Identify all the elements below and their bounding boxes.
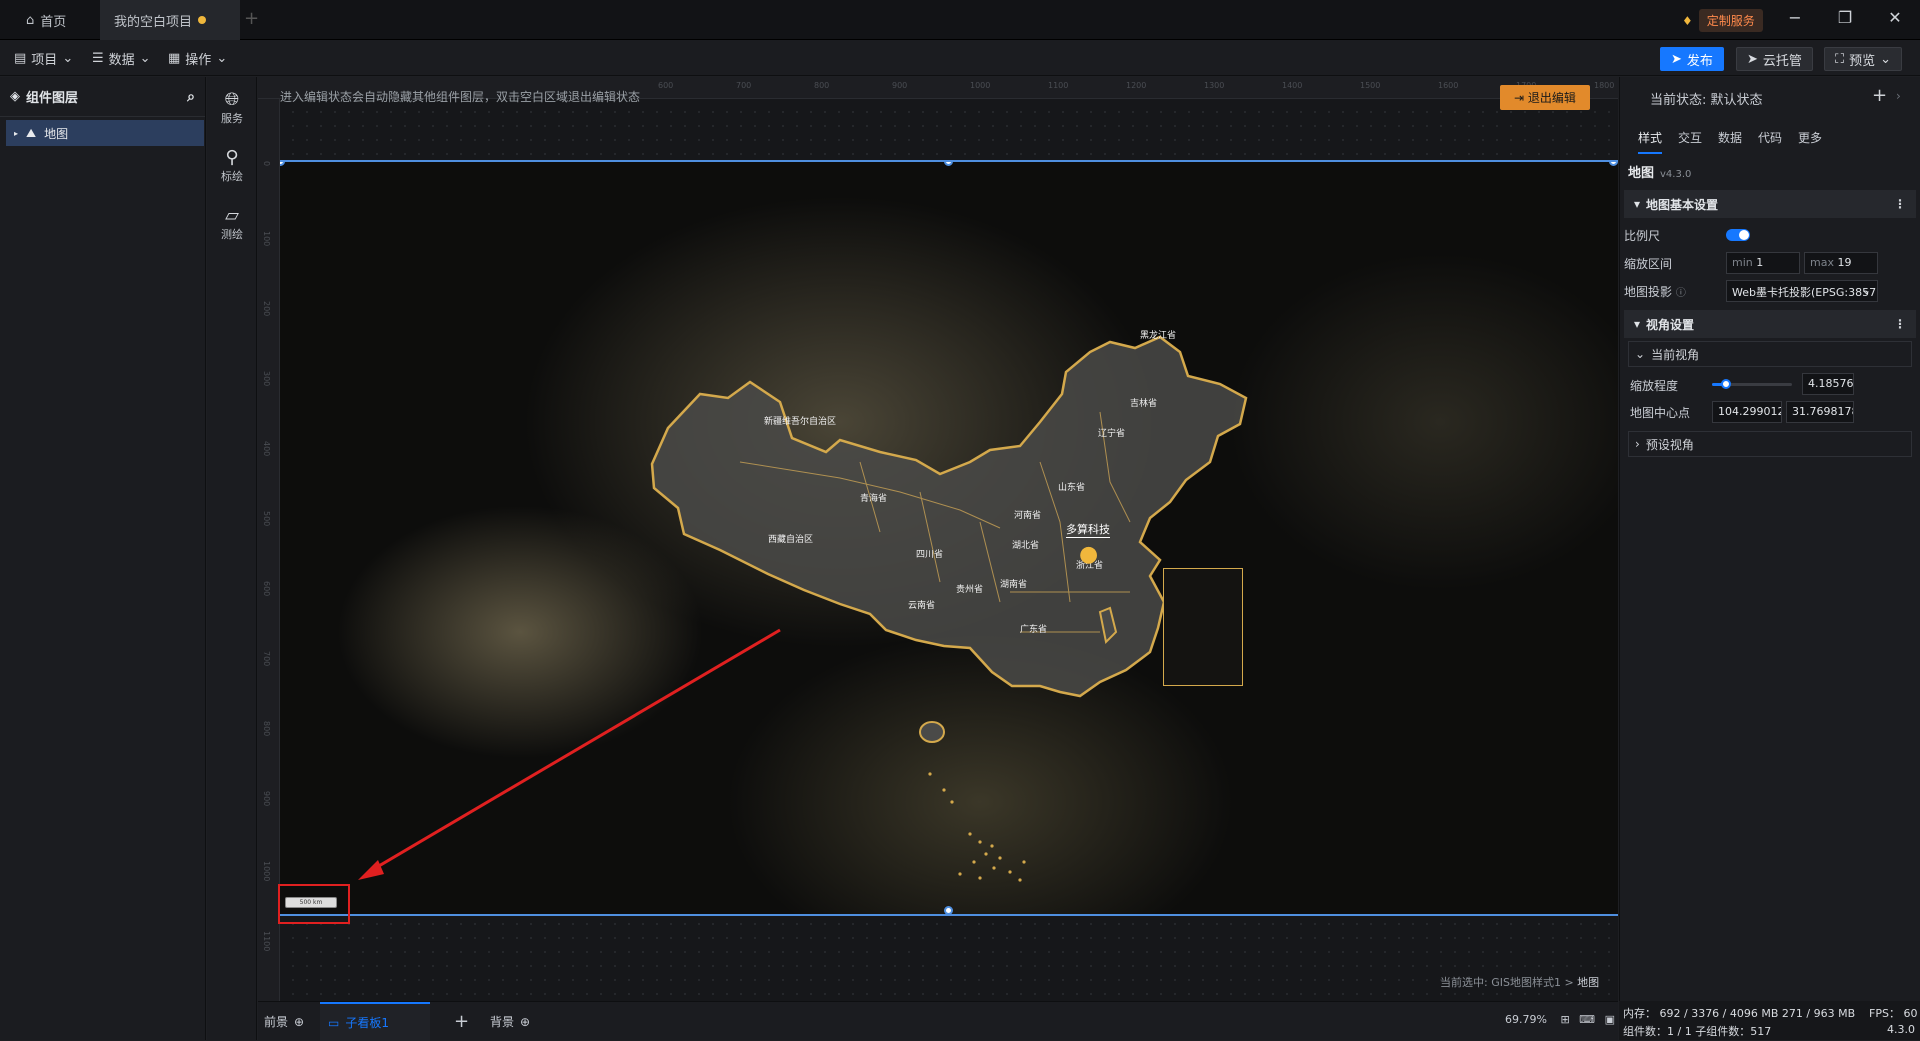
- tab-background[interactable]: 背景 ⊕: [490, 1002, 530, 1041]
- state-value[interactable]: 默认状态: [1711, 93, 1763, 108]
- component-version: v4.3.0: [1660, 169, 1692, 180]
- zoom-min-prefix: min: [1732, 256, 1753, 269]
- chevron-right-icon: ›: [1635, 437, 1640, 451]
- fps-status: FPS： 60: [1869, 1007, 1918, 1020]
- tab-foreground[interactable]: 前景 ⊕: [264, 1002, 304, 1041]
- zoom-min-value: 1: [1756, 256, 1764, 269]
- tab-foreground-label: 前景: [264, 1015, 289, 1029]
- scale-label: 比例尺: [1624, 229, 1661, 243]
- current-view-title: 当前视角: [1651, 347, 1700, 362]
- chevron-right-icon[interactable]: ›: [1896, 89, 1901, 103]
- caret-down-icon: ▾: [1634, 197, 1641, 211]
- section-basic-settings[interactable]: ▾ 地图基本设置 ⋮: [1624, 190, 1916, 218]
- chevron-down-icon: ⌄: [1861, 284, 1871, 297]
- state-row: 当前状态: 默认状态: [1650, 89, 1763, 108]
- preset-view-group[interactable]: › 预设视角: [1628, 431, 1912, 457]
- add-circle-icon[interactable]: ⊕: [294, 1015, 304, 1029]
- memory-status: 内存： 692 / 3376 / 4096 MB 271 / 963 MB: [1623, 1007, 1856, 1020]
- status-bar: 内存： 692 / 3376 / 4096 MB 271 / 963 MB FP…: [1619, 1001, 1920, 1040]
- selection-item[interactable]: 地图: [1577, 976, 1599, 989]
- arrow-line: [371, 628, 781, 872]
- zoom-min-field[interactable]: min 1: [1726, 252, 1800, 274]
- preset-view-title: 预设视角: [1645, 437, 1694, 452]
- add-state-icon[interactable]: +: [1872, 85, 1887, 106]
- center-lat-field[interactable]: 31.76981784513: [1786, 401, 1854, 423]
- current-view-group[interactable]: ⌄ 当前视角: [1628, 341, 1912, 367]
- zoom-max-field[interactable]: max 19: [1804, 252, 1878, 274]
- selection-prefix: 当前选中: GIS地图样式1 >: [1440, 976, 1578, 989]
- more-icon[interactable]: ⋮: [1894, 317, 1906, 331]
- zoom-level-slider[interactable]: [1712, 379, 1792, 389]
- scale-toggle[interactable]: [1726, 229, 1750, 241]
- add-board-icon[interactable]: +: [454, 1002, 469, 1041]
- zoom-level-field[interactable]: 4.185760002: [1802, 373, 1854, 395]
- monitor-icon: ▭: [328, 1015, 340, 1030]
- terminal-icon[interactable]: ▣: [1605, 1013, 1615, 1026]
- map-scale-bar: 500 km: [285, 897, 337, 908]
- zoom-max-value: 19: [1837, 256, 1852, 269]
- tab-background-label: 背景: [490, 1015, 515, 1029]
- component-title: 地图 v4.3.0: [1628, 162, 1691, 181]
- tab-sub-board[interactable]: ▭ 子看板1: [320, 1002, 430, 1041]
- tab-code[interactable]: 代码: [1758, 129, 1782, 146]
- section-view-title: 视角设置: [1646, 317, 1695, 332]
- projection-label: 地图投影 ⓘ: [1624, 283, 1686, 300]
- projection-label-text: 地图投影: [1624, 285, 1673, 299]
- zoom-level-slider-thumb[interactable]: [1721, 379, 1732, 389]
- zoom-level-label: 缩放程度: [1630, 379, 1679, 393]
- zoom-max-prefix: max: [1810, 256, 1834, 269]
- state-label: 当前状态:: [1650, 93, 1707, 108]
- version-status: 4.3.0: [1887, 1023, 1915, 1036]
- components-status: 组件数：1 / 1 子组件数：517: [1623, 1025, 1772, 1038]
- add-circle-icon[interactable]: ⊕: [520, 1015, 530, 1029]
- zoom-value[interactable]: 69.79%: [1505, 1013, 1547, 1026]
- help-icon[interactable]: ⓘ: [1676, 288, 1686, 299]
- section-basic-title: 地图基本设置: [1646, 197, 1719, 212]
- properties-panel: 当前状态: 默认状态 + › 样式 交互 数据 代码 更多 地图 v4.3.0 ▾…: [1619, 77, 1920, 1001]
- tab-style[interactable]: 样式: [1638, 129, 1663, 154]
- keyboard-icon[interactable]: ⌨: [1579, 1013, 1595, 1026]
- more-icon[interactable]: ⋮: [1894, 197, 1906, 211]
- arrow-head: [358, 860, 384, 880]
- center-label: 地图中心点: [1630, 406, 1691, 420]
- tab-more[interactable]: 更多: [1798, 129, 1822, 146]
- selection-path: 当前选中: GIS地图样式1 > 地图: [1440, 974, 1599, 990]
- zoom-readout: 69.79% ⊞ ⌨ ▣: [1505, 1013, 1615, 1026]
- projection-select[interactable]: Web墨卡托投影(EPSG:3857) ⌄: [1726, 280, 1878, 302]
- zoom-range-label: 缩放区间: [1624, 257, 1673, 271]
- component-name: 地图: [1628, 166, 1655, 181]
- projection-value: Web墨卡托投影(EPSG:3857): [1732, 286, 1878, 299]
- center-lon-field[interactable]: 104.2990125: [1712, 401, 1782, 423]
- tab-interaction[interactable]: 交互: [1678, 129, 1702, 146]
- chevron-down-icon: ⌄: [1635, 347, 1646, 361]
- section-view-settings[interactable]: ▾ 视角设置 ⋮: [1624, 310, 1916, 338]
- caret-down-icon: ▾: [1634, 317, 1641, 331]
- fit-screen-icon[interactable]: ⊞: [1560, 1013, 1569, 1026]
- tab-sub-board-label: 子看板1: [345, 1016, 389, 1030]
- tab-data[interactable]: 数据: [1718, 129, 1742, 146]
- board-tabs-bar: 前景 ⊕ ▭ 子看板1 + 背景 ⊕: [258, 1001, 1618, 1041]
